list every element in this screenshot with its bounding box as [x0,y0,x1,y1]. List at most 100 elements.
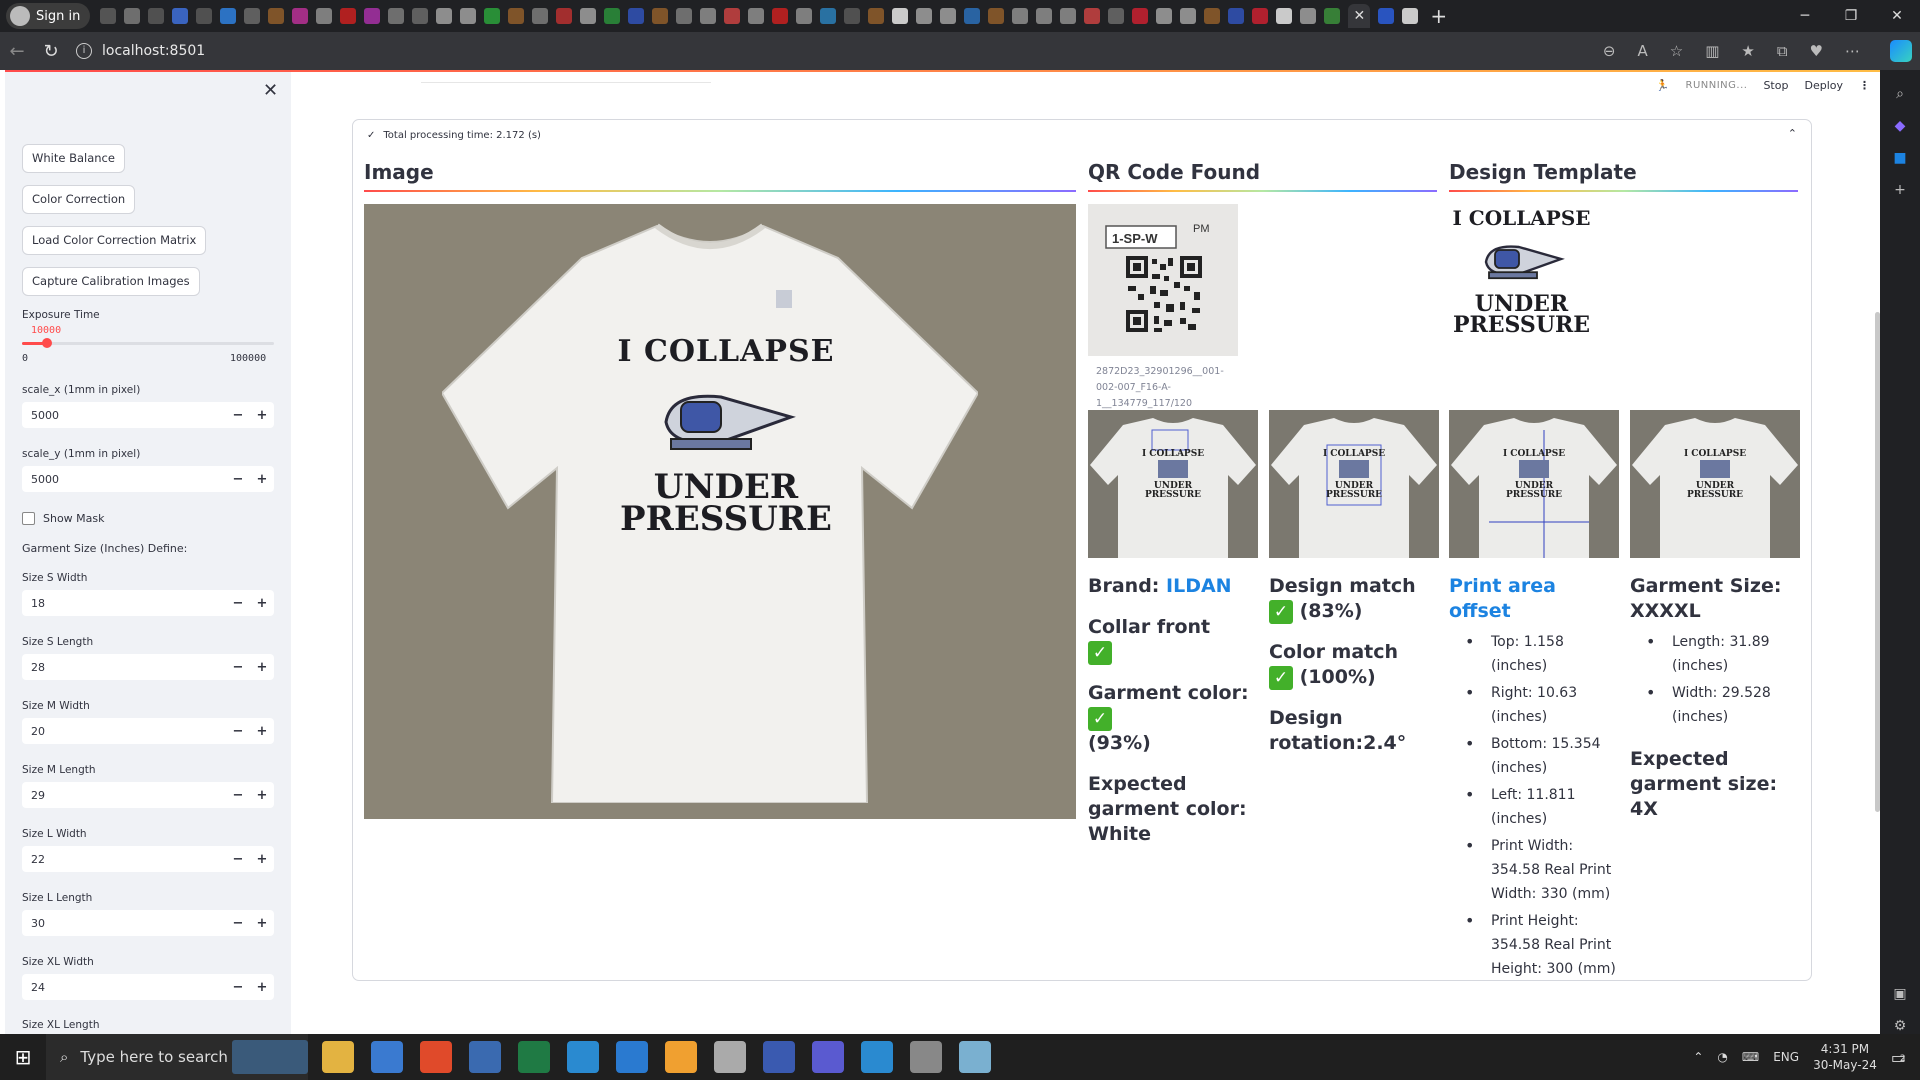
scrollbar[interactable] [1875,312,1880,812]
url-field[interactable]: i localhost:8501 [76,43,205,59]
decrement-button[interactable]: − [226,472,250,487]
read-aloud-icon[interactable]: A [1637,42,1647,60]
size-xl-width-value[interactable]: 24 [22,981,226,994]
size-s-width-value[interactable]: 18 [22,597,226,610]
minimize-icon[interactable]: ─ [1782,0,1828,32]
vscode-icon[interactable] [616,1041,648,1073]
tab-icon[interactable] [556,8,573,24]
new-tab-button[interactable]: + [1430,4,1447,28]
refresh-icon[interactable]: ↻ [34,41,68,62]
exposure-slider[interactable] [22,338,274,348]
tab-icon[interactable] [412,8,429,24]
tab-icon[interactable] [1180,8,1197,24]
profile-signin-button[interactable]: Sign in [6,3,91,29]
tab-icon[interactable] [292,8,309,24]
tab-icon[interactable] [652,8,669,24]
language-indicator[interactable]: ENG [1773,1050,1799,1064]
split-screen-icon[interactable]: ▥ [1705,42,1719,60]
tab-icon[interactable] [820,8,837,24]
tab-icon[interactable] [772,8,789,24]
app-icon[interactable] [959,1041,991,1073]
size-m-width-input[interactable]: 20 − + [22,718,274,744]
zoom-icon[interactable]: ⊖ [1603,42,1616,60]
search-icon[interactable]: ⌕ [1892,86,1908,102]
tab-icon[interactable] [892,8,909,24]
add-icon[interactable]: + [1892,182,1908,198]
decrement-button[interactable]: − [226,596,250,611]
wordpress-tab-icon[interactable] [1228,8,1245,24]
decrement-button[interactable]: − [226,408,250,423]
tab-icon[interactable] [868,8,885,24]
github-tab-icon[interactable] [940,8,957,24]
size-m-length-input[interactable]: 29 − + [22,782,274,808]
tab-icon[interactable] [124,8,141,24]
tab-icon[interactable] [604,8,621,24]
tab-icon[interactable] [676,8,693,24]
close-sidebar-icon[interactable]: ✕ [263,80,278,101]
teams-icon[interactable] [812,1041,844,1073]
tab-icon[interactable] [700,8,717,24]
load-ccm-button[interactable]: Load Color Correction Matrix [22,226,207,255]
notifications-icon[interactable]: ▭ 2 [1891,1048,1906,1067]
decrement-button[interactable]: − [226,980,250,995]
settings-icon[interactable]: ⚙ [1892,1018,1908,1034]
app-icon[interactable] [763,1041,795,1073]
scale-y-value[interactable]: 5000 [22,473,226,486]
color-correction-button[interactable]: Color Correction [22,185,136,214]
home-assistant-icon[interactable] [665,1041,697,1073]
tab-icon[interactable] [1132,8,1149,24]
file-explorer-icon[interactable] [322,1041,354,1073]
increment-button[interactable]: + [250,408,274,423]
tab-icon[interactable] [1324,8,1341,24]
tab-icon[interactable] [316,8,333,24]
tab-icon[interactable] [844,8,861,24]
app-icon[interactable] [910,1041,942,1073]
clock[interactable]: 4:31 PM 30-May-24 [1813,1041,1877,1073]
size-s-width-input[interactable]: 18 − + [22,590,274,616]
tab-icon[interactable] [1060,8,1077,24]
increment-button[interactable]: + [250,788,274,803]
scale-x-input[interactable]: 5000 − + [22,402,274,428]
restore-icon[interactable]: ❐ [1828,0,1874,32]
network-icon[interactable]: ◔ [1717,1050,1727,1064]
favorite-icon[interactable]: ☆ [1670,42,1683,60]
increment-button[interactable]: + [250,916,274,931]
size-l-length-input[interactable]: 30 − + [22,910,274,936]
increment-button[interactable]: + [250,852,274,867]
copilot-sidebar-icon[interactable]: ◆ [1892,118,1908,134]
size-xl-width-input[interactable]: 24 − + [22,974,274,1000]
slider-handle[interactable] [42,338,53,348]
tab-icon[interactable] [340,8,357,24]
scale-x-value[interactable]: 5000 [22,409,226,422]
github-tab-icon[interactable] [460,8,477,24]
copilot-icon[interactable] [1890,40,1912,62]
screenshot-icon[interactable]: ▣ [1892,986,1908,1002]
tab-icon[interactable] [148,8,165,24]
windows-start-icon[interactable]: ⊞ [0,1045,46,1069]
expander-header[interactable]: ✓ Total processing time: 2.172 (s) [367,130,541,141]
more-icon[interactable]: ⋯ [1845,42,1860,60]
tab-icon[interactable] [1252,8,1269,24]
tab-icon[interactable] [1084,8,1101,24]
tab-icon[interactable] [796,8,813,24]
keyboard-icon[interactable]: ⌨ [1742,1050,1759,1064]
tab-icon[interactable] [268,8,285,24]
increment-button[interactable]: + [250,472,274,487]
capture-calibration-button[interactable]: Capture Calibration Images [22,267,200,296]
size-s-length-input[interactable]: 28 − + [22,654,274,680]
tab-icon[interactable] [628,8,645,24]
performance-icon[interactable]: ♥ [1810,42,1823,60]
tab-icon[interactable] [244,8,261,24]
size-m-length-value[interactable]: 29 [22,789,226,802]
tab-icon[interactable] [1300,8,1317,24]
app-icon[interactable] [469,1041,501,1073]
size-l-length-value[interactable]: 30 [22,917,226,930]
tab-icon[interactable] [508,8,525,24]
outlook-icon[interactable]: ■ [1892,150,1908,166]
tab-icon[interactable] [916,8,933,24]
decrement-button[interactable]: − [226,660,250,675]
tab-icon[interactable] [1108,8,1125,24]
size-l-width-value[interactable]: 22 [22,853,226,866]
checkbox-box[interactable] [22,512,35,525]
tab-icon[interactable] [1012,8,1029,24]
